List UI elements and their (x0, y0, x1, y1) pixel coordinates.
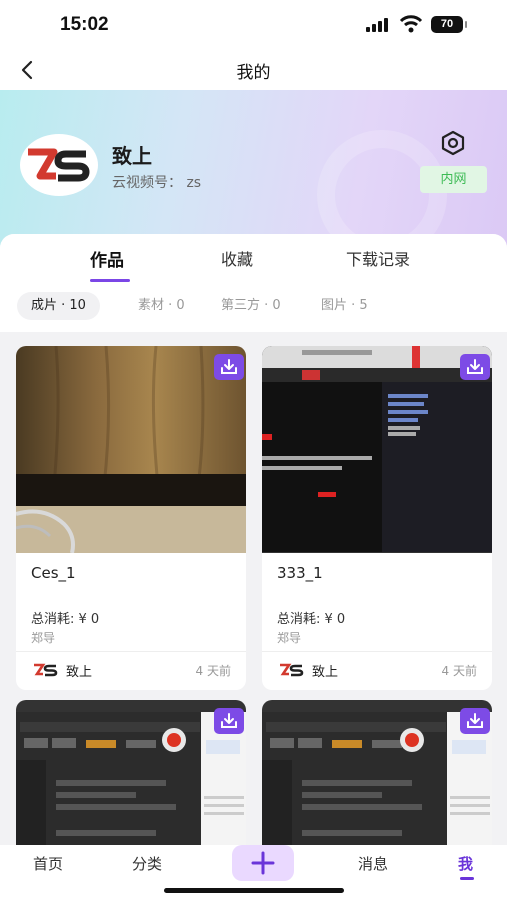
download-button[interactable] (214, 708, 244, 734)
tab-works[interactable]: 作品 (90, 246, 124, 271)
plus-icon (251, 851, 275, 875)
author-avatar (280, 663, 304, 677)
card-title: Ces_1 (31, 564, 76, 582)
card-owner: 郑导 (277, 631, 302, 645)
home-indicator (164, 888, 344, 893)
tab-download-history[interactable]: 下载记录 (346, 246, 410, 270)
battery-icon: 70 (431, 16, 467, 33)
video-thumbnail[interactable] (16, 700, 246, 854)
add-button[interactable] (232, 845, 294, 881)
status-time: 15:02 (60, 14, 109, 35)
download-button[interactable] (460, 354, 490, 380)
zs-logo-icon (28, 148, 90, 182)
user-name: 致上 (112, 144, 152, 168)
thumbnail-image (262, 700, 492, 854)
tab-favorites[interactable]: 收藏 (221, 246, 253, 270)
status-bar: 15:02 70 (0, 0, 507, 50)
hexagon-settings-icon[interactable] (438, 128, 468, 158)
video-thumbnail[interactable] (16, 346, 246, 553)
card-cost: 总消耗: ¥ 0 (277, 612, 346, 627)
filter-images[interactable]: 图片 · 5 (307, 292, 382, 320)
content-area: 作品 收藏 下载记录 成片 · 10 素材 · 0 第三方 · 0 图片 · 5 (0, 234, 507, 854)
tab-home[interactable]: 首页 (33, 853, 63, 874)
card-title: 333_1 (277, 564, 323, 582)
profile-header: 致上 云视频号： zs 内网 (0, 90, 507, 255)
filter-materials[interactable]: 素材 · 0 (124, 292, 199, 320)
download-button[interactable] (460, 708, 490, 734)
video-card[interactable] (16, 700, 246, 854)
avatar[interactable] (20, 134, 98, 196)
user-id: 云视频号： zs (112, 172, 201, 192)
thumbnail-image (16, 346, 246, 553)
active-tab-indicator (90, 279, 130, 282)
user-id-label: 云视频号： (112, 175, 182, 191)
download-button[interactable] (214, 354, 244, 380)
video-thumbnail[interactable] (262, 346, 492, 553)
download-icon (221, 713, 237, 728)
wifi-icon (399, 15, 423, 33)
filter-row: 成片 · 10 素材 · 0 第三方 · 0 图片 · 5 (0, 284, 507, 332)
intranet-badge[interactable]: 内网 (420, 166, 487, 193)
thumbnail-image (16, 700, 246, 854)
download-icon (467, 713, 483, 728)
card-author: 致上 (312, 665, 339, 680)
nav-bar: 我的 (0, 50, 507, 90)
page-title: 我的 (236, 63, 271, 83)
video-card[interactable]: Ces_1 总消耗: ¥ 0 郑导 致上 4 天前 (16, 346, 246, 690)
download-icon (467, 359, 483, 374)
card-owner: 郑导 (31, 631, 56, 645)
author-avatar (34, 663, 58, 677)
active-tab-indicator (460, 877, 474, 880)
tab-messages[interactable]: 消息 (358, 853, 388, 874)
video-thumbnail[interactable] (262, 700, 492, 854)
thumbnail-image (262, 346, 492, 553)
tab-me[interactable]: 我 (458, 853, 473, 874)
card-cost: 总消耗: ¥ 0 (31, 612, 100, 627)
divider (16, 651, 246, 652)
divider (262, 651, 492, 652)
filter-third-party[interactable]: 第三方 · 0 (207, 292, 295, 320)
video-card[interactable]: 333_1 总消耗: ¥ 0 郑导 致上 4 天前 (262, 346, 492, 690)
card-author: 致上 (66, 665, 93, 680)
card-time: 4 天前 (195, 664, 231, 678)
tab-bar: 作品 收藏 下载记录 (0, 234, 507, 284)
card-time: 4 天前 (441, 664, 477, 678)
signal-icon (366, 18, 390, 32)
user-id-value: zs (186, 175, 202, 191)
filter-finished[interactable]: 成片 · 10 (17, 292, 100, 320)
video-card[interactable] (262, 700, 492, 854)
tab-category[interactable]: 分类 (132, 853, 162, 874)
download-icon (221, 359, 237, 374)
